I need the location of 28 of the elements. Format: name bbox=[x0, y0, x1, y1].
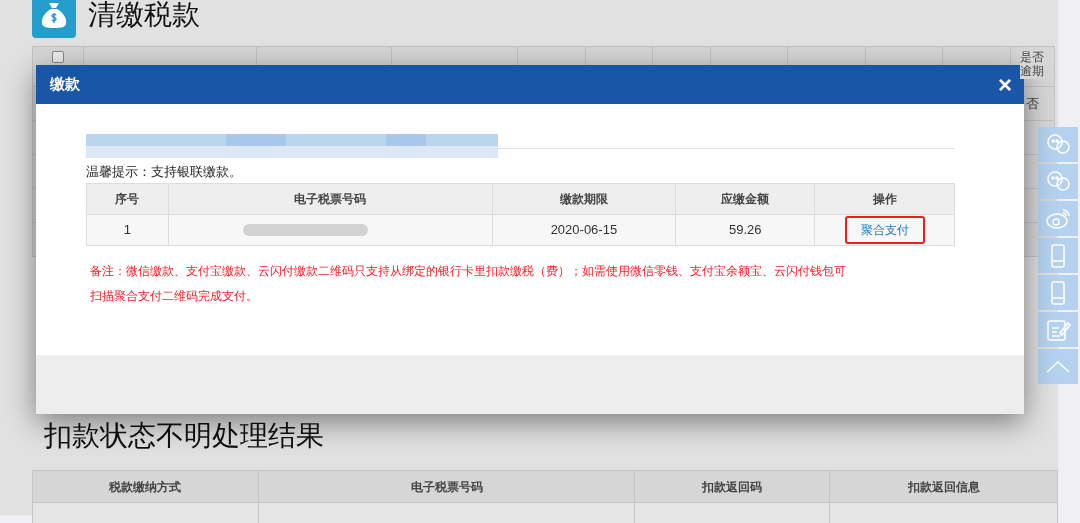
hint-text: 温馨提示：支持银联缴款。 bbox=[86, 163, 243, 181]
page-title: 清缴税款 bbox=[88, 0, 200, 32]
column-header: 应缴金额 bbox=[675, 183, 815, 214]
column-header: 序号 bbox=[86, 183, 169, 214]
modal-title: 缴款 bbox=[50, 74, 80, 95]
column-header: 是否逾期 bbox=[1019, 50, 1045, 79]
pay-link[interactable]: 聚合支付 bbox=[844, 215, 925, 244]
eye-swirl-icon[interactable] bbox=[1038, 201, 1078, 236]
table-cell: 2020-06-15 bbox=[492, 214, 676, 245]
column-header: 扣款返回码 bbox=[634, 470, 830, 503]
table-cell: 1 bbox=[86, 214, 169, 245]
column-header: 操作 bbox=[814, 183, 955, 214]
column-header: 电子税票号码 bbox=[258, 470, 635, 503]
phone-icon[interactable] bbox=[1038, 275, 1078, 310]
note-text: 扫描聚合支付二维码完成支付。 bbox=[90, 287, 259, 305]
chat-icon[interactable] bbox=[1038, 127, 1078, 162]
chat-icon[interactable] bbox=[1038, 164, 1078, 199]
column-header: 税款缴纳方式 bbox=[32, 470, 259, 503]
section-title: 扣款状态不明处理结果 bbox=[44, 419, 324, 453]
checkbox[interactable] bbox=[51, 51, 64, 63]
note-text: 备注：微信缴款、支付宝缴款、云闪付缴款二维码只支持从绑定的银行卡里扣款缴税（费）；如需使用微信零钱、支付宝余额宝、云闪付钱包可 bbox=[90, 262, 847, 280]
phone-icon[interactable] bbox=[1038, 238, 1078, 273]
column-header: 电子税票号码 bbox=[168, 183, 492, 214]
money-bag-icon bbox=[32, 0, 76, 38]
edit-icon[interactable] bbox=[1038, 312, 1078, 347]
column-header: 缴款期限 bbox=[492, 183, 676, 214]
table-cell: 59.26 bbox=[675, 214, 815, 245]
column-header: 扣款返回信息 bbox=[829, 470, 1058, 503]
